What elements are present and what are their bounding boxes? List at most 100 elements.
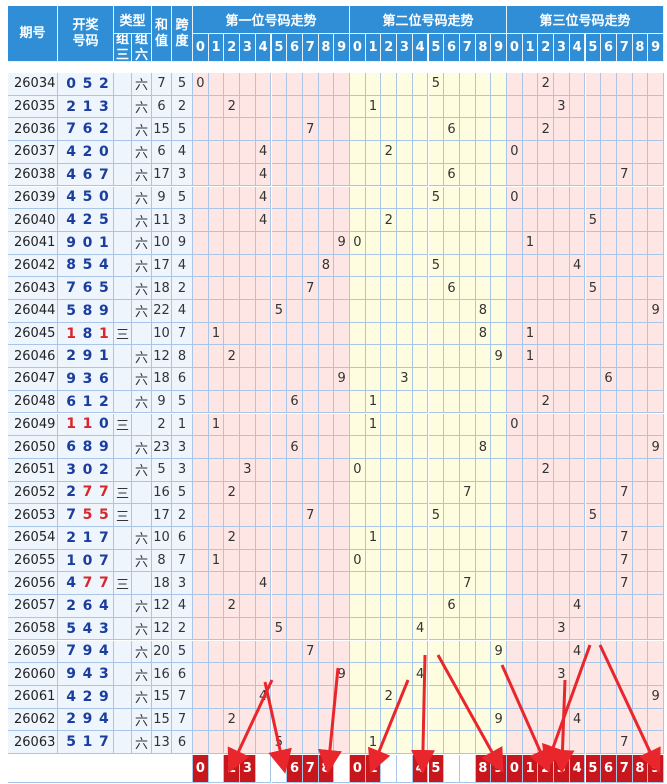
draw-digit: 9 [98,302,111,319]
issue-number: 26038 [8,163,58,187]
pos1-grid-cell [287,663,303,686]
pos2-grid-cell [350,345,366,369]
pos3-grid-cell [507,617,523,641]
pos1-grid-cell [287,277,303,300]
pos3-grid-cell [554,549,570,573]
draw-digit: 2 [66,711,79,728]
pos3-grid-cell [507,322,523,346]
pos1-grid-cell [334,458,350,482]
draw-digit: 6 [66,439,79,456]
pos2-grid-cell [350,163,366,187]
sum-value: 9 [152,186,172,210]
pos1-grid-cell [302,549,319,573]
pos1-grid-cell [334,436,350,459]
pos1-grid-cell [255,595,272,618]
draw-digit: 8 [82,302,95,319]
pos1-grid-cell [302,572,319,596]
pos3-prediction-mark: 4 [569,755,586,783]
pos3-grid-cell [507,118,523,142]
issue-number: 26059 [8,640,58,664]
pos2-grid-cell [412,413,429,437]
draw-number: 755 [58,504,114,527]
pos3-grid-cell [522,527,539,550]
pos1-grid-cell [193,300,209,323]
pos3-grid-cell [616,504,633,527]
span-value: 7 [172,322,193,346]
type-group3: 三 [114,572,132,596]
pos1-grid-cell [255,73,272,96]
pos2-grid-cell [444,345,460,369]
pos2-prediction-mark: 8 [475,755,492,783]
pos3-grid-cell [648,640,664,664]
type-group6 [132,504,152,527]
type-group3 [114,527,132,550]
type-group6: 六 [132,549,152,573]
pos1-grid-cell [255,504,272,527]
pos3-grid-cell [522,118,539,142]
pos1-grid-cell [334,617,350,641]
pos1-grid-cell [287,617,303,641]
pos3-hit-mark: 0 [507,413,523,437]
pos2-grid-cell [381,640,398,664]
pos2-hit-mark: 1 [365,527,382,550]
pos3-grid-cell [601,254,617,278]
pos3-grid-cell [522,685,539,709]
pos1-grid-cell [334,481,350,505]
header-pos2-digit: 8 [475,34,492,62]
pos3-grid-cell [632,663,649,686]
pos1-grid-cell [224,731,241,754]
pos2-hit-mark: 1 [365,95,382,119]
draw-digit: 9 [82,711,95,728]
span-value: 6 [172,663,193,686]
pos1-hit-mark: 4 [255,163,272,187]
pos1-grid-cell [240,685,256,709]
pos2-grid-cell [350,277,366,300]
pos2-grid-cell [475,163,492,187]
pos2-grid-cell [412,163,429,187]
draw-number: 936 [58,368,114,391]
pos3-grid-cell [601,617,617,641]
pos1-hit-mark: 9 [334,663,350,686]
pos3-grid-cell [522,617,539,641]
pos3-grid-cell [554,300,570,323]
pos2-grid-cell [397,413,413,437]
pos1-grid-cell [224,73,241,96]
pos3-grid-cell [616,458,633,482]
pos1-grid-cell [318,118,335,142]
pos1-grid-cell [240,73,256,96]
pos1-grid-cell [224,504,241,527]
pos3-grid-cell [538,95,555,119]
pos1-grid-cell [302,731,319,754]
sum-value: 12 [152,595,172,618]
pos1-grid-cell [224,458,241,482]
pos1-grid-cell [318,277,335,300]
pos2-grid-cell [397,595,413,618]
draw-digit: 4 [98,257,111,274]
draw-digit: 4 [66,189,79,206]
header-pos2-digit: 1 [365,34,382,62]
pos2-grid-cell [397,731,413,754]
issue-number: 26045 [8,322,58,346]
pos1-grid-cell [302,663,319,686]
pos1-grid-cell [287,549,303,573]
pos1-grid-cell [271,254,288,278]
draw-digit: 5 [82,257,95,274]
pos2-grid-cell [444,254,460,278]
pos3-grid-cell [601,572,617,596]
span-value: 4 [172,300,193,323]
pos2-prediction-blank [397,755,413,783]
pos2-grid-cell [381,481,398,505]
pos2-grid-cell [381,390,398,414]
pos1-grid-cell [271,141,288,164]
pos2-grid-cell [444,141,460,164]
type-group3 [114,231,132,255]
pos2-grid-cell [381,527,398,550]
pos1-grid-cell [208,231,225,255]
sum-value: 12 [152,617,172,641]
type-group6 [132,413,152,437]
draw-digit: 5 [98,507,111,524]
pos1-grid-cell [240,231,256,255]
sum-value: 10 [152,527,172,550]
pos1-grid-cell [287,595,303,618]
pos2-hit-mark: 3 [397,368,413,391]
